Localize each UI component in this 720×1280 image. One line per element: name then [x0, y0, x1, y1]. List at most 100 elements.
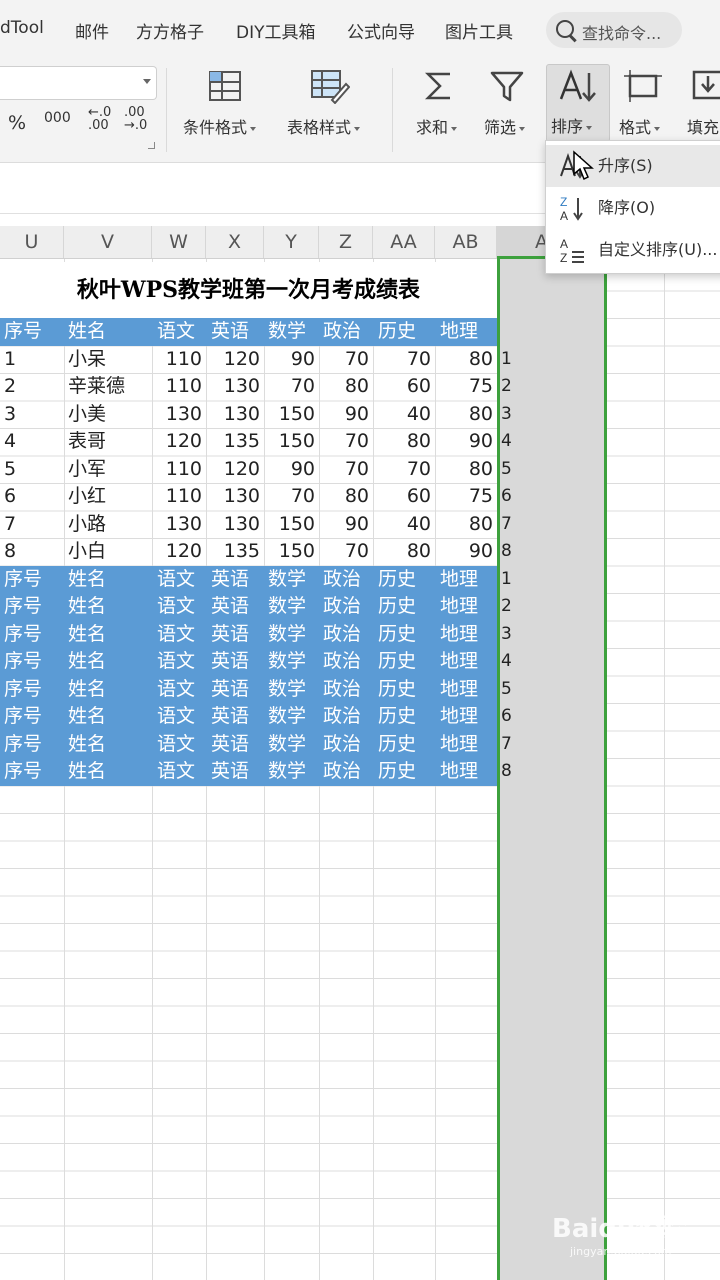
increase-decimal-button[interactable]: ←.0 .00: [88, 106, 111, 132]
header-cell[interactable]: 英语: [211, 648, 249, 676]
header-cell[interactable]: 英语: [211, 731, 249, 759]
header-cell[interactable]: 语文: [157, 703, 195, 731]
header-cell[interactable]: 英语: [211, 318, 249, 346]
column-header-Y[interactable]: Y: [264, 226, 319, 258]
tab-diy-toolbox[interactable]: DIY工具箱: [236, 18, 316, 43]
header-cell[interactable]: 政治: [323, 731, 361, 759]
header-cell[interactable]: 姓名: [68, 703, 106, 731]
header-cell[interactable]: 数学: [268, 676, 306, 704]
table-cell[interactable]: 130: [152, 401, 202, 429]
fill-button[interactable]: 填充: [687, 114, 719, 138]
table-cell[interactable]: 130: [206, 401, 260, 429]
header-cell[interactable]: 序号: [4, 648, 42, 676]
helper-index-cell[interactable]: 6: [501, 703, 512, 731]
table-cell[interactable]: 40: [373, 401, 431, 429]
selected-column[interactable]: [497, 259, 607, 1280]
header-cell[interactable]: 地理: [440, 593, 478, 621]
header-cell[interactable]: 英语: [211, 703, 249, 731]
header-cell[interactable]: 语文: [157, 758, 195, 786]
header-cell[interactable]: 语文: [157, 593, 195, 621]
table-cell[interactable]: 小白: [68, 538, 106, 566]
table-cell[interactable]: 90: [435, 428, 493, 456]
column-header-V[interactable]: V: [64, 226, 152, 258]
command-search[interactable]: 查找命令...: [546, 12, 682, 48]
table-cell[interactable]: 110: [152, 483, 202, 511]
header-cell[interactable]: 历史: [378, 703, 416, 731]
tab-mail[interactable]: 邮件: [75, 18, 109, 43]
table-cell[interactable]: 小呆: [68, 346, 106, 374]
table-cell[interactable]: 90: [264, 346, 315, 374]
table-cell[interactable]: 70: [264, 483, 315, 511]
header-cell[interactable]: 政治: [323, 676, 361, 704]
helper-index-cell[interactable]: 7: [501, 731, 512, 759]
decrease-decimal-button[interactable]: .00 →.0: [124, 106, 147, 132]
column-header-W[interactable]: W: [152, 226, 206, 258]
header-cell[interactable]: 数学: [268, 593, 306, 621]
table-cell[interactable]: 70: [319, 456, 369, 484]
table-cell[interactable]: 小红: [68, 483, 106, 511]
table-cell[interactable]: 70: [373, 346, 431, 374]
table-cell[interactable]: 80: [435, 346, 493, 374]
header-cell[interactable]: 历史: [378, 731, 416, 759]
header-cell[interactable]: 语文: [157, 731, 195, 759]
table-cell[interactable]: 75: [435, 483, 493, 511]
column-header-AB[interactable]: AB: [435, 226, 497, 258]
header-cell[interactable]: 地理: [440, 621, 478, 649]
number-format-select[interactable]: [0, 66, 157, 100]
header-cell[interactable]: 历史: [378, 758, 416, 786]
header-cell[interactable]: 姓名: [68, 593, 106, 621]
header-cell[interactable]: 地理: [440, 676, 478, 704]
table-cell[interactable]: 5: [4, 456, 16, 484]
table-cell[interactable]: 135: [206, 428, 260, 456]
helper-index-cell[interactable]: 4: [501, 648, 512, 676]
header-cell[interactable]: 数学: [268, 731, 306, 759]
table-cell[interactable]: 90: [319, 511, 369, 539]
header-cell[interactable]: 政治: [323, 648, 361, 676]
header-cell[interactable]: 地理: [440, 758, 478, 786]
conditional-format-button[interactable]: 条件格式: [183, 114, 257, 138]
table-style-button[interactable]: 表格样式: [287, 114, 361, 138]
header-cell[interactable]: 序号: [4, 731, 42, 759]
helper-index-cell[interactable]: 3: [501, 401, 512, 429]
header-cell[interactable]: 政治: [323, 566, 361, 594]
header-cell[interactable]: 语文: [157, 676, 195, 704]
format-button[interactable]: 格式: [619, 114, 661, 138]
table-cell[interactable]: 1: [4, 346, 16, 374]
sort-button[interactable]: 排序: [546, 64, 610, 142]
table-cell[interactable]: 120: [206, 346, 260, 374]
table-cell[interactable]: 2: [4, 373, 16, 401]
column-header-X[interactable]: X: [206, 226, 264, 258]
table-cell[interactable]: 80: [319, 373, 369, 401]
table-cell[interactable]: 135: [206, 538, 260, 566]
header-cell[interactable]: 政治: [323, 703, 361, 731]
helper-index-cell[interactable]: 6: [501, 483, 512, 511]
helper-index-cell[interactable]: 7: [501, 511, 512, 539]
table-cell[interactable]: 60: [373, 483, 431, 511]
table-cell[interactable]: 小军: [68, 456, 106, 484]
dialog-launcher-icon[interactable]: [148, 142, 155, 149]
header-cell[interactable]: 数学: [268, 648, 306, 676]
percent-button[interactable]: %: [8, 112, 26, 134]
table-cell[interactable]: 150: [264, 511, 315, 539]
table-cell[interactable]: 7: [4, 511, 16, 539]
table-cell[interactable]: 40: [373, 511, 431, 539]
table-cell[interactable]: 70: [319, 346, 369, 374]
table-cell[interactable]: 80: [373, 538, 431, 566]
custom-sort-item[interactable]: A Z 自定义排序(U)...: [546, 229, 720, 271]
table-cell[interactable]: 110: [152, 373, 202, 401]
header-cell[interactable]: 政治: [323, 621, 361, 649]
table-cell[interactable]: 小美: [68, 401, 106, 429]
helper-index-cell[interactable]: 3: [501, 621, 512, 649]
table-cell[interactable]: 150: [264, 538, 315, 566]
filter-button[interactable]: 筛选: [484, 114, 526, 138]
table-cell[interactable]: 表哥: [68, 428, 106, 456]
table-cell[interactable]: 110: [152, 346, 202, 374]
table-cell[interactable]: 3: [4, 401, 16, 429]
table-cell[interactable]: 70: [264, 373, 315, 401]
header-cell[interactable]: 姓名: [68, 676, 106, 704]
header-cell[interactable]: 历史: [378, 566, 416, 594]
header-cell[interactable]: 地理: [440, 703, 478, 731]
table-cell[interactable]: 110: [152, 456, 202, 484]
header-cell[interactable]: 历史: [378, 648, 416, 676]
table-cell[interactable]: 90: [435, 538, 493, 566]
